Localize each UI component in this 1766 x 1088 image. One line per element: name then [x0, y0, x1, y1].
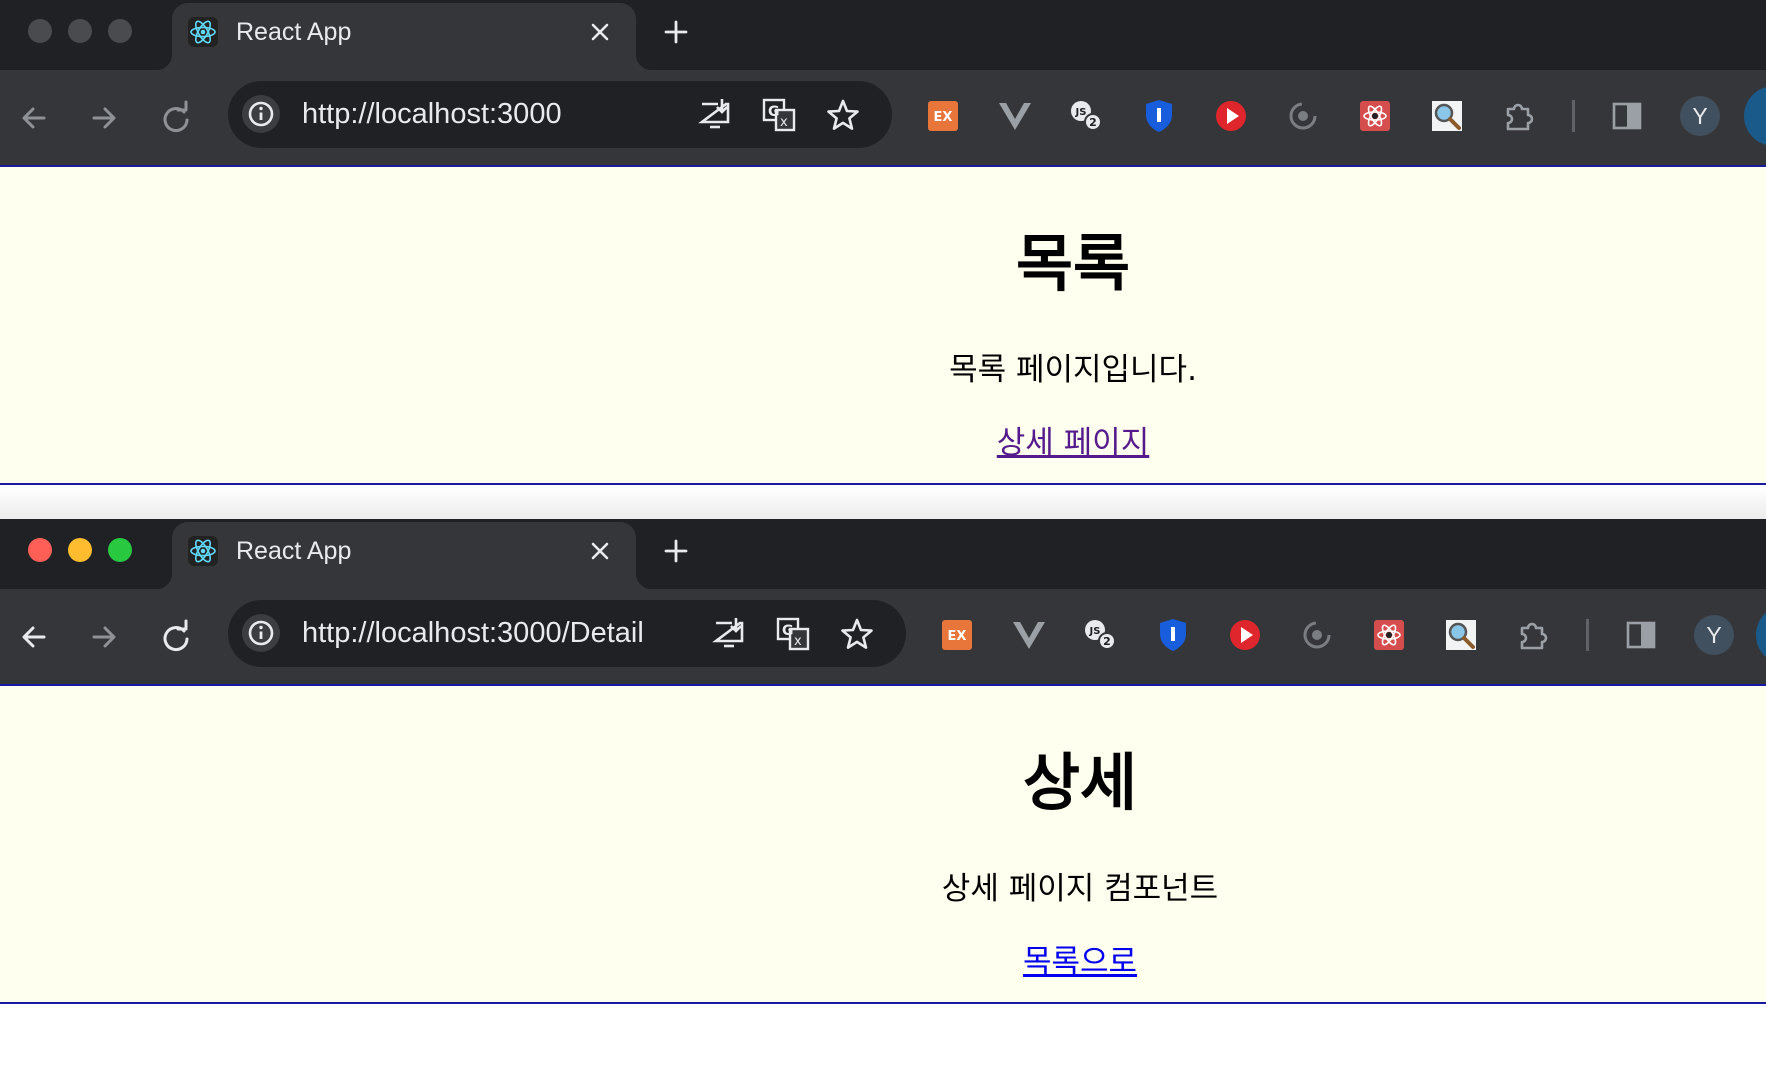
page-title: 목록 [1015, 227, 1131, 300]
tab-strip: React App [0, 0, 1766, 70]
side-panel-icon[interactable] [1608, 97, 1646, 135]
toolbar-divider [1586, 619, 1589, 651]
back-button[interactable] [14, 98, 54, 138]
forward-button[interactable] [84, 617, 124, 657]
translate-icon[interactable] [774, 615, 812, 653]
sync-icon[interactable] [1284, 97, 1322, 135]
zoom-window-button[interactable] [108, 538, 132, 562]
window-gap [0, 487, 1766, 519]
profile-button-edge[interactable] [1744, 86, 1766, 146]
forward-icon [84, 617, 124, 657]
side-panel-icon[interactable] [1622, 616, 1660, 654]
react-devtools-icon[interactable] [1356, 97, 1394, 135]
bitwarden-icon[interactable] [1140, 97, 1178, 135]
bitwarden-icon[interactable] [1154, 616, 1192, 654]
back-icon [14, 617, 54, 657]
page-viewport: 목록 목록 페이지입니다. 상세 페이지 [0, 165, 1766, 485]
back-button[interactable] [14, 617, 54, 657]
js2-extension-icon[interactable] [1068, 97, 1106, 135]
plus-icon [658, 14, 694, 50]
browser-toolbar: http://localhost:3000/Detail Y [0, 589, 1766, 684]
back-to-list-link[interactable]: 목록으로 [1023, 944, 1137, 980]
react-icon [188, 17, 218, 47]
page-text: 상세 페이지 컴포넌트 [941, 871, 1219, 907]
avatar[interactable]: Y [1694, 615, 1734, 655]
url-text[interactable]: http://localhost:3000/Detail [302, 615, 644, 651]
close-window-button[interactable] [28, 538, 52, 562]
address-bar[interactable]: http://localhost:3000/Detail [228, 600, 906, 667]
site-info-icon[interactable] [242, 614, 280, 652]
sync-icon[interactable] [1298, 616, 1336, 654]
new-tab-button[interactable] [658, 533, 694, 569]
magnifier-icon[interactable] [1428, 97, 1466, 135]
forward-icon [84, 98, 124, 138]
tab-title: React App [236, 537, 352, 565]
avatar[interactable]: Y [1680, 96, 1720, 136]
vue-devtools-icon[interactable] [996, 97, 1034, 135]
ex-extension-icon[interactable] [924, 97, 962, 135]
browser-toolbar: http://localhost:3000 Y [0, 70, 1766, 165]
tab-react-app[interactable]: React App [156, 3, 652, 70]
page-viewport: 상세 상세 페이지 컴포넌트 목록으로 [0, 684, 1766, 1004]
translate-icon[interactable] [760, 96, 798, 134]
page-title: 상세 [1022, 746, 1138, 819]
tab-strip: React App [0, 519, 1766, 589]
install-app-icon[interactable] [696, 96, 734, 134]
profile-button-edge[interactable] [1756, 605, 1766, 665]
site-info-icon[interactable] [242, 95, 280, 133]
extensions-puzzle-icon[interactable] [1500, 97, 1538, 135]
reload-icon [156, 98, 196, 138]
js2-extension-icon[interactable] [1082, 616, 1120, 654]
close-icon[interactable] [584, 16, 616, 48]
new-tab-button[interactable] [658, 14, 694, 50]
url-text[interactable]: http://localhost:3000 [302, 96, 562, 132]
reload-button[interactable] [156, 617, 196, 657]
zoom-window-button[interactable] [108, 19, 132, 43]
extensions-puzzle-icon[interactable] [1514, 616, 1552, 654]
reload-icon [156, 617, 196, 657]
ex-extension-icon[interactable] [938, 616, 976, 654]
forward-button[interactable] [84, 98, 124, 138]
close-icon[interactable] [584, 535, 616, 567]
page-text: 목록 페이지입니다. [949, 352, 1197, 388]
detail-page-link[interactable]: 상세 페이지 [997, 425, 1149, 461]
close-window-button[interactable] [28, 19, 52, 43]
tab-title: React App [236, 18, 352, 46]
toolbar-divider [1572, 100, 1575, 132]
bookmark-star-icon[interactable] [838, 615, 876, 653]
install-app-icon[interactable] [710, 615, 748, 653]
magnifier-icon[interactable] [1442, 616, 1480, 654]
minimize-window-button[interactable] [68, 538, 92, 562]
back-icon [14, 98, 54, 138]
minimize-window-button[interactable] [68, 19, 92, 43]
vue-devtools-icon[interactable] [1010, 616, 1048, 654]
plus-icon [658, 533, 694, 569]
address-bar[interactable]: http://localhost:3000 [228, 81, 892, 148]
tab-react-app[interactable]: React App [156, 522, 652, 589]
bookmark-star-icon[interactable] [824, 96, 862, 134]
react-devtools-icon[interactable] [1370, 616, 1408, 654]
video-player-icon[interactable] [1226, 616, 1264, 654]
video-player-icon[interactable] [1212, 97, 1250, 135]
react-icon [188, 536, 218, 566]
reload-button[interactable] [156, 98, 196, 138]
